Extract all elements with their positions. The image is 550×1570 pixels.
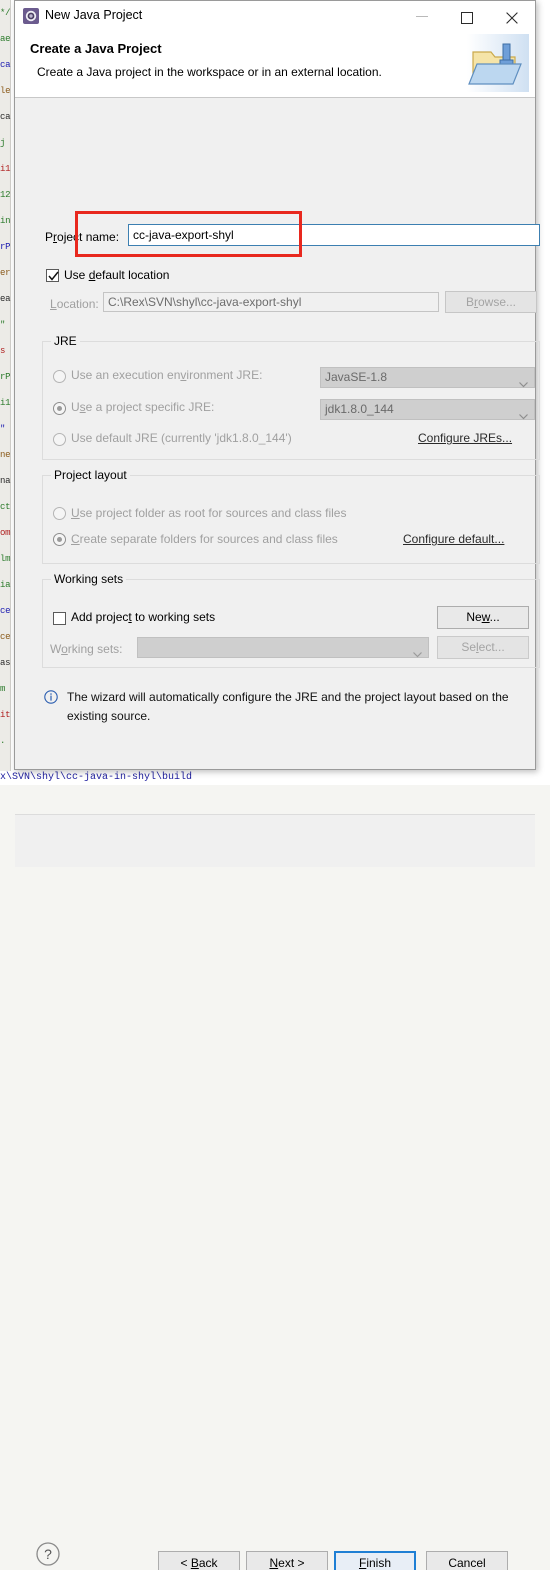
finish-button[interactable]: Finish: [334, 1551, 416, 1570]
background-code-fragment: i1: [0, 164, 11, 174]
radio-use-project-folder-as-root[interactable]: [53, 507, 66, 520]
label-project-specific-jre: Use a project specific JRE:: [71, 400, 215, 414]
label-use-project-folder-as-root: Use project folder as root for sources a…: [71, 506, 347, 520]
dialog-footer: ? < Back Next > Finish Cancel: [15, 815, 535, 1570]
background-code-fragment: in: [0, 216, 11, 226]
background-code-fragment: rP: [0, 242, 11, 252]
page-description: Create a Java project in the workspace o…: [37, 65, 382, 79]
background-code-fragment: 12: [0, 190, 11, 200]
label-execution-environment-jre: Use an execution environment JRE:: [71, 368, 263, 382]
background-code-fragment: .: [0, 736, 6, 746]
working-sets-label: Working sets:: [50, 642, 123, 656]
label-create-separate-folders: Create separate folders for sources and …: [71, 532, 338, 546]
page-title: Create a Java Project: [30, 41, 162, 56]
browse-button[interactable]: Browse...: [445, 291, 537, 313]
background-code-fragment: na: [0, 476, 11, 486]
radio-project-specific-jre[interactable]: [53, 402, 66, 415]
use-default-location-label: Use default location: [64, 268, 170, 282]
background-code-fragment: ca: [0, 60, 11, 70]
new-java-project-dialog: New Java Project Create a Java Project C…: [14, 0, 540, 1570]
location-label: Location:: [50, 297, 99, 311]
background-code-fragment: ea: [0, 294, 11, 304]
project-layout-group-title: Project layout: [51, 468, 130, 482]
background-code-fragment: er: [0, 268, 11, 278]
add-project-to-working-sets-checkbox[interactable]: [53, 612, 66, 625]
background-code-fragment: ne: [0, 450, 11, 460]
project-specific-jre-combo[interactable]: jdk1.8.0_144: [320, 399, 535, 420]
background-code-fragment: ": [0, 320, 6, 330]
background-code-fragment: it: [0, 710, 11, 720]
label-default-jre: Use default JRE (currently 'jdk1.8.0_144…: [71, 431, 292, 445]
chevron-down-icon: [519, 375, 528, 394]
background-code-fragment: lm: [0, 554, 11, 564]
radio-execution-environment-jre[interactable]: [53, 370, 66, 383]
dialog-titlebar[interactable]: New Java Project: [15, 1, 535, 32]
background-code-fragment: le: [0, 86, 11, 96]
location-input[interactable]: C:\Rex\SVN\shyl\cc-java-export-shyl: [103, 292, 439, 312]
execution-environment-combo-value: JavaSE-1.8: [325, 370, 388, 384]
working-sets-combo[interactable]: [137, 637, 429, 658]
background-code-fragment: ae: [0, 34, 11, 44]
java-project-icon: [23, 8, 39, 24]
background-code-fragment: as: [0, 658, 11, 668]
project-specific-jre-combo-value: jdk1.8.0_144: [325, 402, 394, 416]
minimize-icon[interactable]: [400, 1, 445, 31]
chevron-down-icon: [413, 645, 422, 664]
svg-text:?: ?: [44, 1546, 52, 1562]
background-code-fragment: */: [0, 8, 11, 18]
dialog-header: Create a Java Project Create a Java proj…: [15, 32, 535, 98]
background-code-fragment: j: [0, 138, 6, 148]
help-icon[interactable]: ?: [35, 1541, 61, 1567]
background-status-path: x\SVN\shyl\cc-java-in-shyl\build: [0, 771, 550, 785]
dialog-body: Project name: cc-java-export-shyl Use de…: [15, 98, 540, 1570]
configure-default-link[interactable]: Configure default...: [403, 532, 504, 546]
use-default-location-checkbox[interactable]: [46, 269, 59, 282]
jre-group-title: JRE: [51, 334, 80, 348]
info-message: The wizard will automatically configure …: [67, 690, 509, 723]
background-code-fragment: rP: [0, 372, 11, 382]
dialog-title: New Java Project: [45, 8, 143, 22]
project-name-input[interactable]: cc-java-export-shyl: [128, 224, 540, 246]
background-code-fragment: ce: [0, 606, 11, 616]
background-code-fragment: ca: [0, 112, 11, 122]
background-code-fragment: ia: [0, 580, 11, 590]
working-sets-group-title: Working sets: [51, 572, 127, 586]
maximize-icon[interactable]: [445, 1, 490, 31]
select-working-set-button[interactable]: Select...: [437, 636, 529, 659]
close-icon[interactable]: [490, 1, 535, 31]
folder-wizard-banner-icon: [467, 34, 529, 92]
info-icon: [44, 690, 58, 704]
radio-default-jre[interactable]: [53, 433, 66, 446]
configure-jres-link[interactable]: Configure JREs...: [418, 431, 512, 445]
cancel-button[interactable]: Cancel: [426, 1551, 508, 1570]
execution-environment-combo[interactable]: JavaSE-1.8: [320, 367, 535, 388]
add-project-to-working-sets-label: Add project to working sets: [71, 610, 216, 624]
background-code-fragment: ct: [0, 502, 11, 512]
background-code-fragment: m: [0, 684, 6, 694]
background-code-fragment: om: [0, 528, 11, 538]
background-code-fragment: ce: [0, 632, 11, 642]
next-button[interactable]: Next >: [246, 1551, 328, 1570]
radio-create-separate-folders[interactable]: [53, 533, 66, 546]
background-code-fragment: s: [0, 346, 6, 356]
back-button[interactable]: < Back: [158, 1551, 240, 1570]
new-working-set-button[interactable]: New...: [437, 606, 529, 629]
chevron-down-icon: [519, 407, 528, 426]
project-name-label: Project name:: [45, 230, 120, 244]
background-code-fragment: ": [0, 424, 6, 434]
background-code-fragment: i1: [0, 398, 11, 408]
